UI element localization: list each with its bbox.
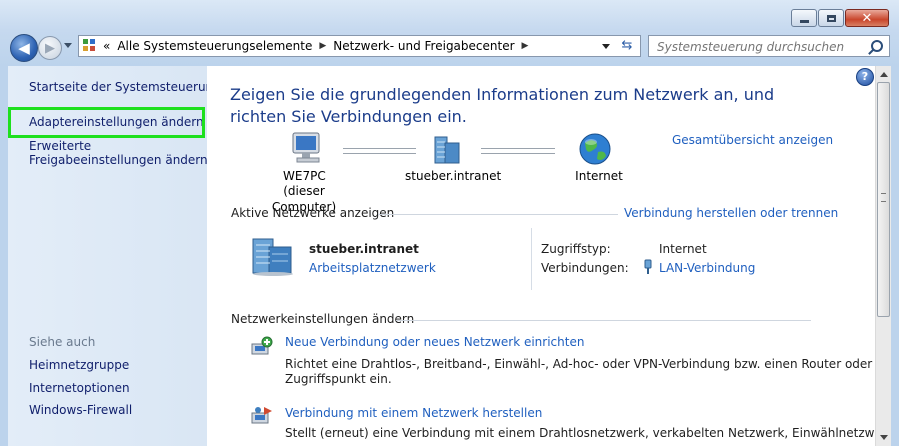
breadcrumb-separator-icon[interactable]: ▶ [522,41,529,51]
new-connection-icon [251,336,273,355]
breadcrumb-item-network-center[interactable]: Netzwerk- und Freigabecenter [333,39,514,53]
maximize-icon [826,14,836,22]
computer-icon [292,132,320,163]
grip-icon [881,193,886,202]
recent-pages-dropdown[interactable] [64,43,72,48]
highlight-box [8,107,205,138]
map-connection-line [481,153,555,154]
scrollbar-thumb[interactable] [877,82,890,317]
search-box[interactable] [648,35,890,57]
network-building-large-icon [252,238,293,276]
breadcrumb-separator-icon[interactable]: ▶ [319,41,326,51]
access-type-value: Internet [659,242,707,256]
task-connect-network-desc: Stellt (erneut) eine Verbindung mit eine… [285,426,894,440]
address-dropdown-icon[interactable] [602,44,610,49]
page-title: Zeigen Sie die grundlegenden Information… [230,85,775,126]
scroll-down-icon[interactable] [880,435,888,440]
breadcrumb: « Alle Systemsteuerungselemente ▶ Netzwe… [103,39,535,53]
close-icon: ✕ [861,10,873,26]
task-new-connection-desc: Richtet eine Drahtlos-, Breitband-, Einw… [285,357,873,371]
back-arrow-icon: ◀ [18,38,30,57]
active-networks-title: Aktive Netzwerke anzeigen [231,206,395,220]
close-button[interactable]: ✕ [845,9,889,27]
access-type-label: Zugriffstyp: [541,242,611,256]
sidebar-item-internet-options[interactable]: Internetoptionen [29,381,130,395]
minimize-icon [799,19,809,23]
map-node-internet-name: Internet [575,169,623,183]
window-frame [891,66,899,446]
sidebar-item-advanced-sharing-line1[interactable]: Erweiterte [29,139,91,153]
forward-arrow-icon: ▶ [45,40,55,56]
vertical-scrollbar[interactable] [875,66,891,446]
window: ✕ ◀ ▶ « Alle Systemsteuerungselemente ▶ … [0,0,899,446]
map-connection-line [343,148,416,149]
change-settings-title: Netzwerkeinstellungen ändern [231,312,415,326]
breadcrumb-item-all-control-panel[interactable]: Alle Systemsteuerungselemente [117,39,312,53]
maximize-button[interactable] [818,9,844,27]
section-divider [396,320,811,321]
section-divider [378,214,618,215]
caption-buttons: ✕ [791,9,889,27]
map-connection-line [343,153,416,154]
active-network-name: stueber.intranet [309,242,419,256]
map-connection-line [481,148,555,149]
connections-label: Verbindungen: [541,261,629,275]
sidebar-item-homegroup[interactable]: Heimnetzgruppe [29,358,129,372]
task-new-connection-link[interactable]: Neue Verbindung oder neues Netzwerk einr… [285,335,584,349]
lan-connection-link[interactable]: LAN-Verbindung [659,261,755,275]
network-building-icon [434,136,460,164]
refresh-icon[interactable]: ⇆ [618,38,636,54]
navigation-bar: ◀ ▶ « Alle Systemsteuerungselemente ▶ Ne… [0,32,899,62]
lan-cable-icon [644,259,652,274]
full-map-link[interactable]: Gesamtübersicht anzeigen [672,133,833,147]
network-type-link[interactable]: Arbeitsplatznetzwerk [309,261,436,275]
scroll-up-icon[interactable] [880,72,888,77]
minimize-button[interactable] [791,9,817,27]
connect-network-icon [251,407,272,424]
map-node-computer-name: WE7PC [283,169,326,183]
address-bar[interactable]: « Alle Systemsteuerungselemente ▶ Netzwe… [78,35,641,57]
search-input[interactable] [655,37,869,57]
forward-button[interactable]: ▶ [38,36,62,60]
sidebar-item-home[interactable]: Startseite der Systemsteuerung [29,80,221,94]
search-icon[interactable] [871,40,883,52]
map-node-network-name: stueber.intranet [405,169,502,183]
breadcrumb-overflow[interactable]: « [103,39,110,53]
task-connect-network-link[interactable]: Verbindung mit einem Netzwerk herstellen [285,406,542,420]
connect-disconnect-link[interactable]: Verbindung herstellen oder trennen [624,206,838,220]
control-panel-icon [83,39,97,53]
back-button[interactable]: ◀ [10,34,38,62]
sidebar-item-advanced-sharing-line2[interactable]: Freigabeeinstellungen ändern [29,153,208,167]
task-new-connection-desc: Zugriffspunkt ein. [285,372,392,386]
sidebar-item-windows-firewall[interactable]: Windows-Firewall [29,403,132,417]
internet-globe-icon [579,133,611,165]
vertical-divider [531,228,532,290]
help-icon[interactable]: ? [856,68,874,86]
see-also-title: Siehe auch [29,335,96,349]
